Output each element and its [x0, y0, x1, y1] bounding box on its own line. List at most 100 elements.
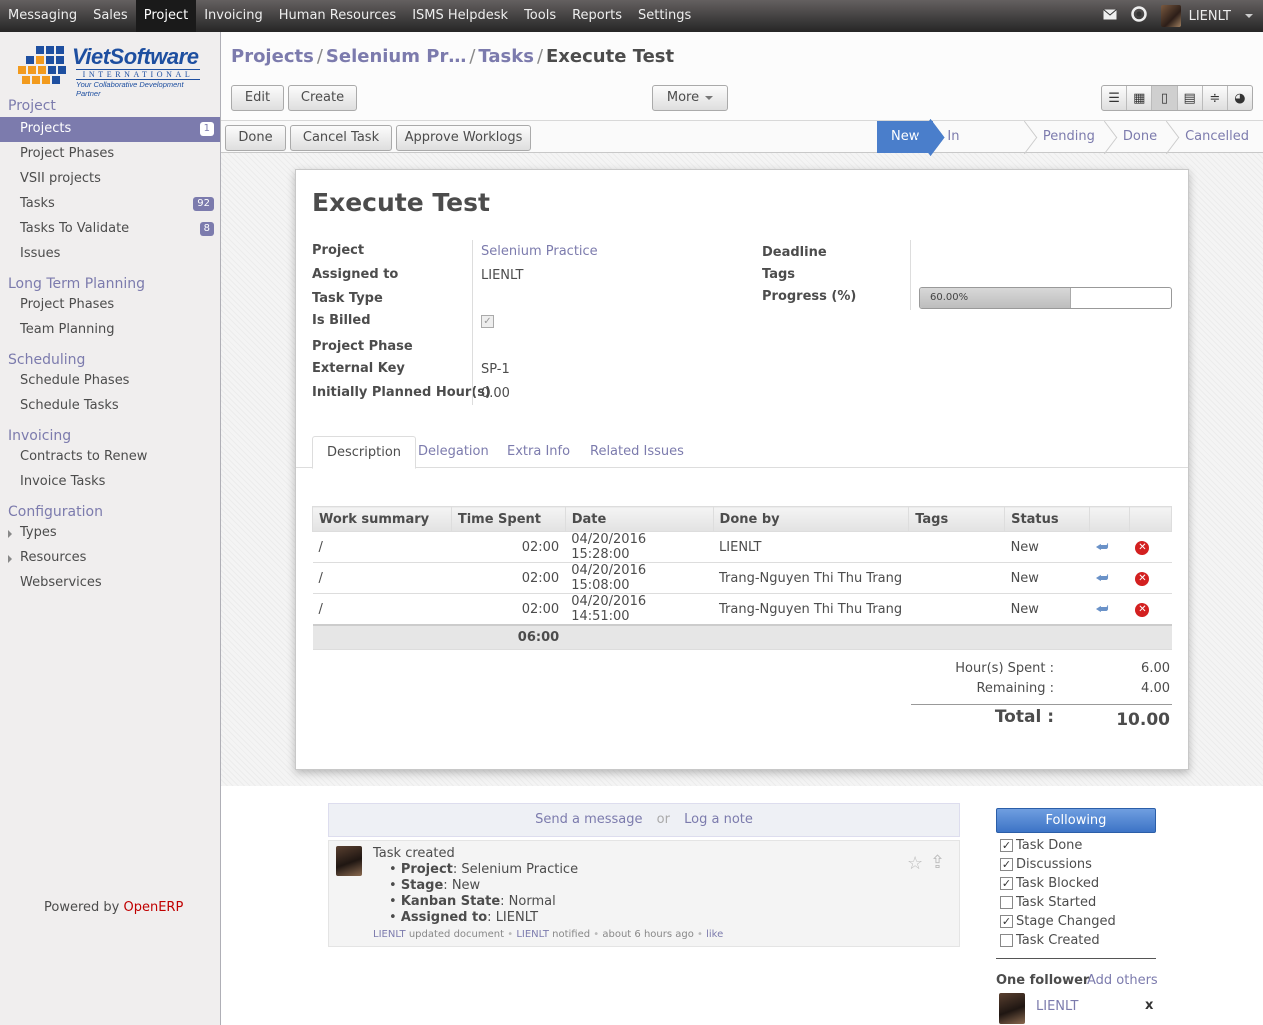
approve-worklogs-button[interactable]: Approve Worklogs [396, 125, 531, 151]
add-followers-link[interactable]: Add others [1087, 973, 1158, 988]
checkbox[interactable] [1000, 896, 1013, 909]
sidebar-item-project-phases[interactable]: Project Phases [0, 142, 220, 167]
sidebar-item-vsii-projects[interactable]: VSII projects [0, 167, 220, 192]
subtype-discussions[interactable]: ✓ Discussions [1000, 857, 1092, 872]
tab-description[interactable]: Description [312, 436, 417, 469]
chevron-down-icon [1245, 14, 1253, 18]
subtype-stage-changed[interactable]: ✓ Stage Changed [1000, 914, 1116, 929]
follower-avatar[interactable] [999, 993, 1025, 1024]
sidebar-item-projects[interactable]: Projects 1 [0, 117, 220, 142]
help-icon[interactable] [1130, 6, 1147, 26]
delete-icon[interactable]: ✕ [1135, 572, 1150, 586]
sidebar-item-tasks-to-validate[interactable]: Tasks To Validate 8 [0, 217, 220, 242]
menu-isms-helpdesk[interactable]: ISMS Helpdesk [404, 0, 516, 32]
company-logo[interactable]: VietSoftware INTERNATIONAL Your Collabor… [18, 44, 203, 98]
tab-related-issues[interactable]: Related Issues [576, 436, 698, 468]
delete-icon[interactable]: ✕ [1135, 541, 1150, 555]
menu-human-resources[interactable]: Human Resources [271, 0, 404, 32]
expand-triangle-icon[interactable] [8, 530, 12, 538]
log-note-link[interactable]: Log a note [684, 812, 753, 827]
edit-button[interactable]: Edit [231, 85, 284, 111]
col-time-spent[interactable]: Time Spent [450, 506, 566, 532]
calendar-view-icon[interactable]: ▤ [1178, 86, 1203, 110]
form-view-icon[interactable]: ▯ [1152, 86, 1178, 110]
archive-icon[interactable]: ⇪ [930, 852, 945, 873]
project-value[interactable]: Selenium Practice [481, 244, 598, 259]
tab-delegation[interactable]: Delegation [404, 436, 503, 468]
send-message-link[interactable]: Send a message [535, 812, 642, 827]
menu-settings[interactable]: Settings [630, 0, 699, 32]
like-link[interactable]: like [706, 929, 723, 940]
mail-icon[interactable] [1102, 8, 1117, 24]
done-button[interactable]: Done [225, 125, 286, 151]
gantt-view-icon[interactable]: ≑ [1203, 86, 1228, 110]
subtype-task-created[interactable]: Task Created [1000, 933, 1100, 948]
count-badge: 1 [199, 122, 214, 136]
sidebar-item-types[interactable]: Types [0, 521, 220, 546]
stage-in-progress[interactable]: In Progress [933, 121, 1029, 176]
kanban-view-icon[interactable]: ▦ [1127, 86, 1153, 110]
menu-messaging[interactable]: Messaging [0, 0, 85, 32]
reply-arrow-icon[interactable]: ⮨ [1096, 540, 1114, 554]
sidebar-item-invoice-tasks[interactable]: Invoice Tasks [0, 470, 220, 495]
checkbox[interactable]: ✓ [1000, 858, 1013, 871]
delete-icon[interactable]: ✕ [1135, 603, 1150, 617]
stage-pending[interactable]: Pending [1029, 121, 1109, 153]
menu-invoicing[interactable]: Invoicing [196, 0, 271, 32]
more-button[interactable]: More [652, 85, 728, 111]
sidebar-item-webservices[interactable]: Webservices [0, 571, 220, 596]
sidebar-item-resources[interactable]: Resources [0, 546, 220, 571]
table-row[interactable]: / 02:00 04/20/2016 15:28:00 LIENLT New ⮨… [312, 531, 1172, 563]
col-date[interactable]: Date [564, 506, 714, 532]
stage-cancelled[interactable]: Cancelled [1171, 121, 1263, 153]
create-button[interactable]: Create [288, 85, 357, 111]
col-work-summary[interactable]: Work summary [312, 506, 452, 532]
stage-done[interactable]: Done [1109, 121, 1171, 153]
checkbox[interactable]: ✓ [1000, 877, 1013, 890]
reply-arrow-icon[interactable]: ⮨ [1096, 571, 1114, 585]
subtype-task-started[interactable]: Task Started [1000, 895, 1096, 910]
table-row[interactable]: / 02:00 04/20/2016 15:08:00 Trang-Nguyen… [312, 562, 1172, 594]
breadcrumb-tasks[interactable]: Tasks [478, 46, 534, 67]
sidebar-item-issues[interactable]: Issues [0, 242, 220, 267]
author-avatar[interactable] [336, 846, 362, 876]
list-view-icon[interactable]: ☰ [1102, 86, 1128, 110]
col-done-by[interactable]: Done by [712, 506, 910, 532]
col-status[interactable]: Status [1004, 506, 1091, 532]
author-link[interactable]: LIENLT [373, 929, 406, 940]
sidebar-item-schedule-tasks[interactable]: Schedule Tasks [0, 394, 220, 419]
follower-name[interactable]: LIENLT [1036, 999, 1078, 1014]
checkbox[interactable]: ✓ [1000, 915, 1013, 928]
expand-triangle-icon[interactable] [8, 555, 12, 563]
tab-extra-info[interactable]: Extra Info [493, 436, 584, 468]
reply-arrow-icon[interactable]: ⮨ [1096, 602, 1114, 616]
openerp-link[interactable]: OpenERP [123, 900, 183, 915]
graph-view-icon[interactable]: ◕ [1228, 86, 1252, 110]
sidebar-item-label: Tasks To Validate [20, 221, 130, 236]
menu-reports[interactable]: Reports [564, 0, 630, 32]
breadcrumb-projects[interactable]: Projects [231, 46, 314, 67]
stage-new[interactable]: New [877, 121, 934, 153]
col-tags[interactable]: Tags [908, 506, 1006, 532]
sidebar-item-schedule-phases[interactable]: Schedule Phases [0, 369, 220, 394]
menu-sales[interactable]: Sales [85, 0, 136, 32]
subtype-task-blocked[interactable]: ✓ Task Blocked [1000, 876, 1099, 891]
following-button[interactable]: Following [996, 808, 1156, 833]
cancel-task-button[interactable]: Cancel Task [290, 125, 392, 151]
star-icon[interactable]: ☆ [907, 853, 923, 874]
sidebar-item-tasks[interactable]: Tasks 92 [0, 192, 220, 217]
menu-tools[interactable]: Tools [516, 0, 564, 32]
sidebar-item-team-planning[interactable]: Team Planning [0, 318, 220, 343]
breadcrumb-selenium[interactable]: Selenium Pr… [326, 46, 466, 67]
sidebar-item-contracts-to-renew[interactable]: Contracts to Renew [0, 445, 220, 470]
table-row[interactable]: / 02:00 04/20/2016 14:51:00 Trang-Nguyen… [312, 593, 1172, 626]
checkbox[interactable]: ✓ [1000, 839, 1013, 852]
notified-user-link[interactable]: LIENLT [516, 929, 549, 940]
sidebar-item-ltp-project-phases[interactable]: Project Phases [0, 293, 220, 318]
remove-follower-icon[interactable]: x [1145, 998, 1153, 1013]
user-menu[interactable]: LIENLT [1160, 5, 1253, 27]
menu-project[interactable]: Project [135, 0, 197, 32]
checkbox[interactable] [1000, 934, 1013, 947]
section-invoicing: Invoicing [8, 428, 72, 444]
subtype-task-done[interactable]: ✓ Task Done [1000, 838, 1082, 853]
